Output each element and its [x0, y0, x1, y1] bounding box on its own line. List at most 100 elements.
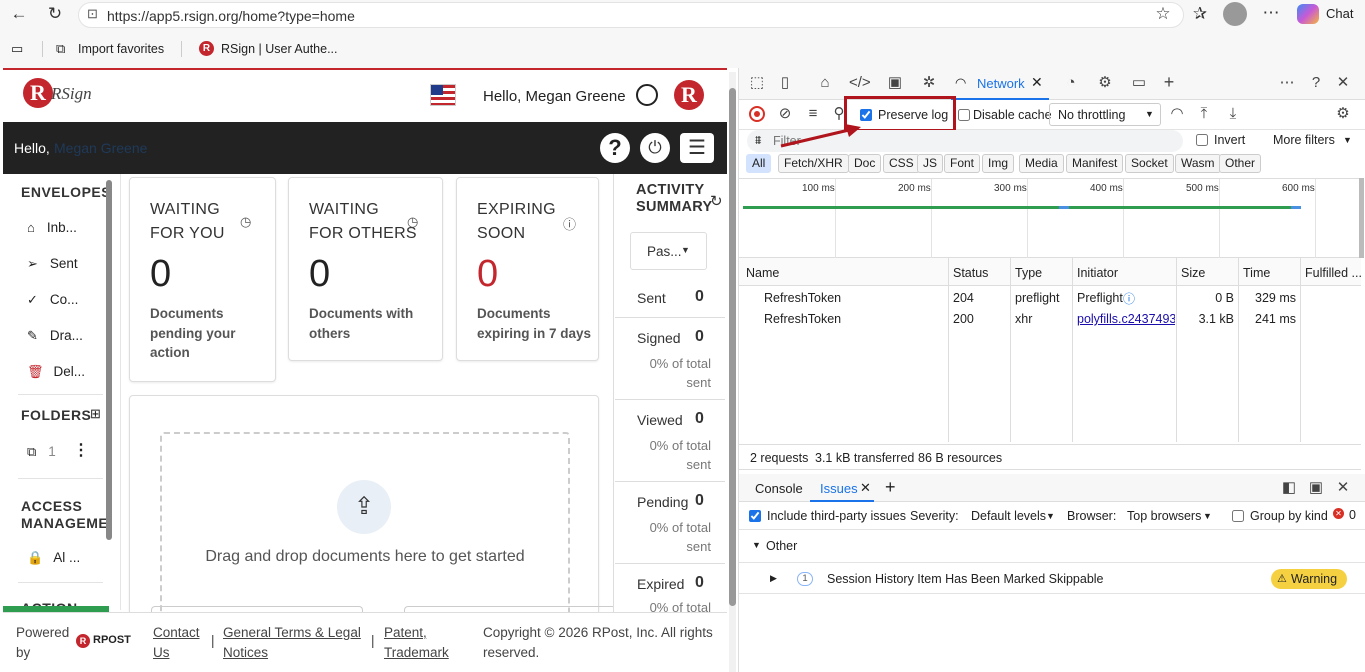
preserve-log-checkbox[interactable] [860, 109, 872, 121]
gear-icon[interactable]: ⚙ [1095, 74, 1115, 92]
settings-icon[interactable]: ⚙ [1333, 105, 1353, 123]
table-row[interactable]: RefreshToken 204 preflight Preflight ⓘ 0… [739, 287, 1361, 308]
col-initiator[interactable]: Initiator [1077, 266, 1118, 280]
sidebar-item-completed[interactable]: ✓ Co... [27, 290, 78, 310]
filter-chip-css[interactable]: CSS [883, 154, 920, 173]
close-icon[interactable]: ✕ [1031, 74, 1043, 91]
bookmark-rsign[interactable]: RSign | User Authe... [221, 42, 338, 56]
filter-chip-socket[interactable]: Socket [1125, 154, 1174, 173]
application-icon[interactable]: ▭ [1129, 74, 1149, 92]
close-icon[interactable]: ✕ [860, 480, 871, 496]
more-icon[interactable]: ⋯ [1260, 3, 1282, 23]
refresh-icon[interactable]: ↻ [710, 192, 723, 210]
clear-icon[interactable]: ⊘ [775, 105, 795, 123]
issue-row[interactable]: ▶ 1 Session History Item Has Been Marked… [739, 562, 1365, 594]
url-text[interactable]: https://app5.rsign.org/home?type=home [107, 8, 355, 24]
initiator-link[interactable]: polyfills.c24374934 [1077, 312, 1175, 326]
sidebar-item-inbox[interactable]: ⌂ Inb... [27, 218, 77, 238]
folder-options-icon[interactable]: ⋮ [73, 440, 89, 460]
card-waiting-for-you[interactable]: WAITING FOR YOU ◷ 0 Documents pending your… [129, 177, 276, 382]
dock-icon[interactable]: ◧ [1279, 479, 1299, 497]
back-icon[interactable]: ← [8, 4, 30, 24]
patent-link[interactable]: Patent, Trademark [384, 623, 449, 663]
favorites-icon[interactable]: ✰ [1189, 4, 1211, 24]
menu-icon[interactable]: ☰ [680, 133, 714, 163]
close-devtools-icon[interactable]: ✕ [1333, 74, 1353, 92]
card-expiring-soon[interactable]: EXPIRING SOON ⓘ 0 Documents expiring in 7 … [456, 177, 599, 361]
favorite-star-icon[interactable]: ☆ [1152, 4, 1174, 24]
help-icon[interactable]: ? [600, 133, 630, 163]
col-time[interactable]: Time [1243, 266, 1270, 280]
group-by-kind-checkbox[interactable] [1232, 510, 1244, 522]
page-scrollbar-thumb[interactable] [729, 88, 736, 606]
contact-link[interactable]: Contact Us [153, 623, 200, 663]
lock-icon[interactable]: ⊡ [87, 6, 98, 22]
filter-chip-fetch[interactable]: Fetch/XHR [778, 154, 849, 173]
sidebar-item-drafts[interactable]: ✎ Dra... [27, 326, 83, 346]
console-icon[interactable]: ▣ [885, 74, 905, 92]
invert-checkbox[interactable] [1196, 134, 1208, 146]
period-select[interactable]: Pas... ▼ [630, 232, 707, 270]
col-status[interactable]: Status [953, 266, 988, 280]
import-icon[interactable]: ⤒ [1194, 105, 1214, 123]
third-party-checkbox[interactable] [749, 510, 761, 522]
undock-icon[interactable]: ▣ [1306, 479, 1326, 497]
col-name[interactable]: Name [746, 266, 779, 280]
timeline-overview[interactable]: 100 ms 200 ms 300 ms 400 ms 500 ms 600 m… [739, 178, 1361, 259]
sources-icon[interactable]: ✲ [919, 74, 939, 92]
filter-chip-img[interactable]: Img [982, 154, 1015, 173]
table-row[interactable]: RefreshToken 200 xhr polyfills.c24374934… [739, 308, 1361, 329]
export-icon[interactable]: ⤓ [1223, 105, 1243, 123]
bookmark-import[interactable]: Import favorites [78, 42, 164, 56]
user-icon[interactable] [636, 84, 658, 106]
issue-group-other[interactable]: ▼ Other [739, 532, 1365, 560]
sidebar-item-deleted[interactable]: 🗑 Del... [27, 362, 85, 382]
tab-network[interactable]: ◠ Network ✕ [951, 68, 1049, 100]
sidebar-item-all[interactable]: 🔒 Al ... [27, 548, 80, 568]
more-filters-button[interactable]: More filters [1273, 133, 1335, 147]
filter-chip-wasm[interactable]: Wasm [1175, 154, 1221, 173]
tab-console[interactable]: Console [755, 481, 803, 496]
browser-select[interactable]: Top browsers [1127, 509, 1201, 523]
tab-issues[interactable]: Issues ✕ [810, 474, 874, 502]
reading-icon[interactable]: ▭ [11, 41, 23, 57]
record-icon[interactable] [749, 106, 765, 122]
filter-chip-js[interactable]: JS [917, 154, 944, 173]
filter-chip-manifest[interactable]: Manifest [1066, 154, 1124, 173]
filter-chip-media[interactable]: Media [1019, 154, 1064, 173]
avatar[interactable] [1223, 2, 1247, 26]
col-fulfilled[interactable]: Fulfilled ... [1305, 266, 1362, 280]
network-conditions-icon[interactable]: ◠ [1167, 105, 1187, 123]
disable-cache-checkbox[interactable] [958, 109, 970, 121]
chat-button[interactable]: Chat [1326, 6, 1353, 21]
rsign-account-icon[interactable]: R [674, 80, 704, 110]
filter-chip-other[interactable]: Other [1219, 154, 1262, 173]
close-drawer-icon[interactable]: ✕ [1333, 479, 1353, 497]
col-size[interactable]: Size [1181, 266, 1205, 280]
welcome-icon[interactable]: ⌂ [815, 74, 835, 92]
add-tab-icon[interactable]: + [1159, 73, 1179, 91]
terms-link[interactable]: General Terms & Legal Notices [223, 623, 361, 663]
sidebar-scrollbar[interactable] [106, 180, 112, 540]
sidebar-item-folder[interactable]: ⧉ 1 [27, 442, 56, 462]
address-bar[interactable]: ⊡ https://app5.rsign.org/home?type=home [78, 2, 1184, 28]
performance-icon[interactable]: ◔ [1061, 74, 1081, 92]
device-icon[interactable]: ▯ [775, 74, 795, 92]
filter-chip-font[interactable]: Font [944, 154, 981, 173]
dropzone[interactable]: ⇪ Drag and drop documents here to get st… [160, 432, 570, 622]
help-icon[interactable]: ? [1306, 74, 1326, 92]
filter-chip-doc[interactable]: Doc [848, 154, 882, 173]
severity-select[interactable]: Default levels [971, 509, 1046, 523]
rsign-logo-icon[interactable]: R [23, 78, 53, 108]
more-icon[interactable]: ⋯ [1277, 74, 1297, 92]
upload-icon[interactable]: ⇪ [337, 480, 391, 534]
col-type[interactable]: Type [1015, 266, 1042, 280]
sidebar-item-sent[interactable]: ➢ Sent [27, 254, 78, 274]
inspect-icon[interactable]: ⬚ [747, 74, 767, 92]
timeline-scrollbar[interactable] [1359, 178, 1364, 258]
power-icon[interactable]: ⏻ [640, 133, 670, 163]
uk-flag-icon[interactable] [430, 84, 456, 106]
throttling-select[interactable]: No throttling ▼ [1049, 103, 1161, 126]
add-tab-icon[interactable]: + [885, 477, 896, 498]
card-waiting-for-others[interactable]: WAITING FOR OTHERS ◷ 0 Documents with othe… [288, 177, 443, 361]
